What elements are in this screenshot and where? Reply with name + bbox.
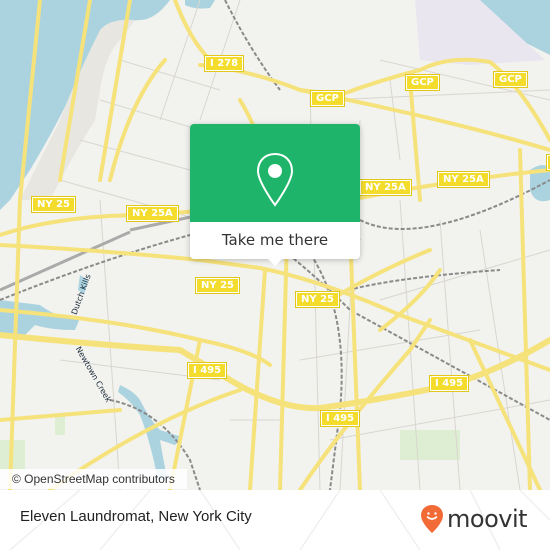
- shield-gcp-3: GCP: [493, 71, 528, 88]
- shield-i495-3: I 495: [428, 375, 470, 392]
- shield-i495-2: I 495: [319, 410, 361, 427]
- moovit-pin-icon: [421, 505, 443, 533]
- shield-gcp-2: GCP: [405, 74, 440, 91]
- shield-ny25-1: NY 25: [30, 196, 77, 213]
- map[interactable]: I 278 GCP GCP GCP NY 25A NY 25A NY 25A N…: [0, 0, 550, 490]
- shield-ny25a-3: NY 25A: [437, 171, 490, 188]
- shield-i495-1: I 495: [186, 362, 228, 379]
- take-me-there-button[interactable]: Take me there: [190, 222, 360, 259]
- moovit-logo[interactable]: moovit: [420, 503, 528, 535]
- moovit-wordmark: moovit: [447, 505, 528, 533]
- location-popup: Take me there: [190, 124, 360, 266]
- footer: Eleven Laundromat, New York City moovit: [0, 490, 550, 550]
- shield-i278: I 278: [203, 55, 245, 72]
- map-attribution[interactable]: © OpenStreetMap contributors: [0, 469, 187, 489]
- place-name: Eleven Laundromat, New York City: [20, 508, 252, 525]
- map-pin-icon: [256, 152, 294, 207]
- shield-ny25a-2: NY 25A: [359, 179, 412, 196]
- shield-ny25-3: NY 25: [294, 291, 341, 308]
- shield-gcp-1: GCP: [310, 90, 345, 107]
- shield-ny25a-1: NY 25A: [126, 205, 179, 222]
- popup-pointer: [267, 258, 283, 266]
- popup-header: [190, 124, 360, 222]
- shield-ny25-2: NY 25: [194, 277, 241, 294]
